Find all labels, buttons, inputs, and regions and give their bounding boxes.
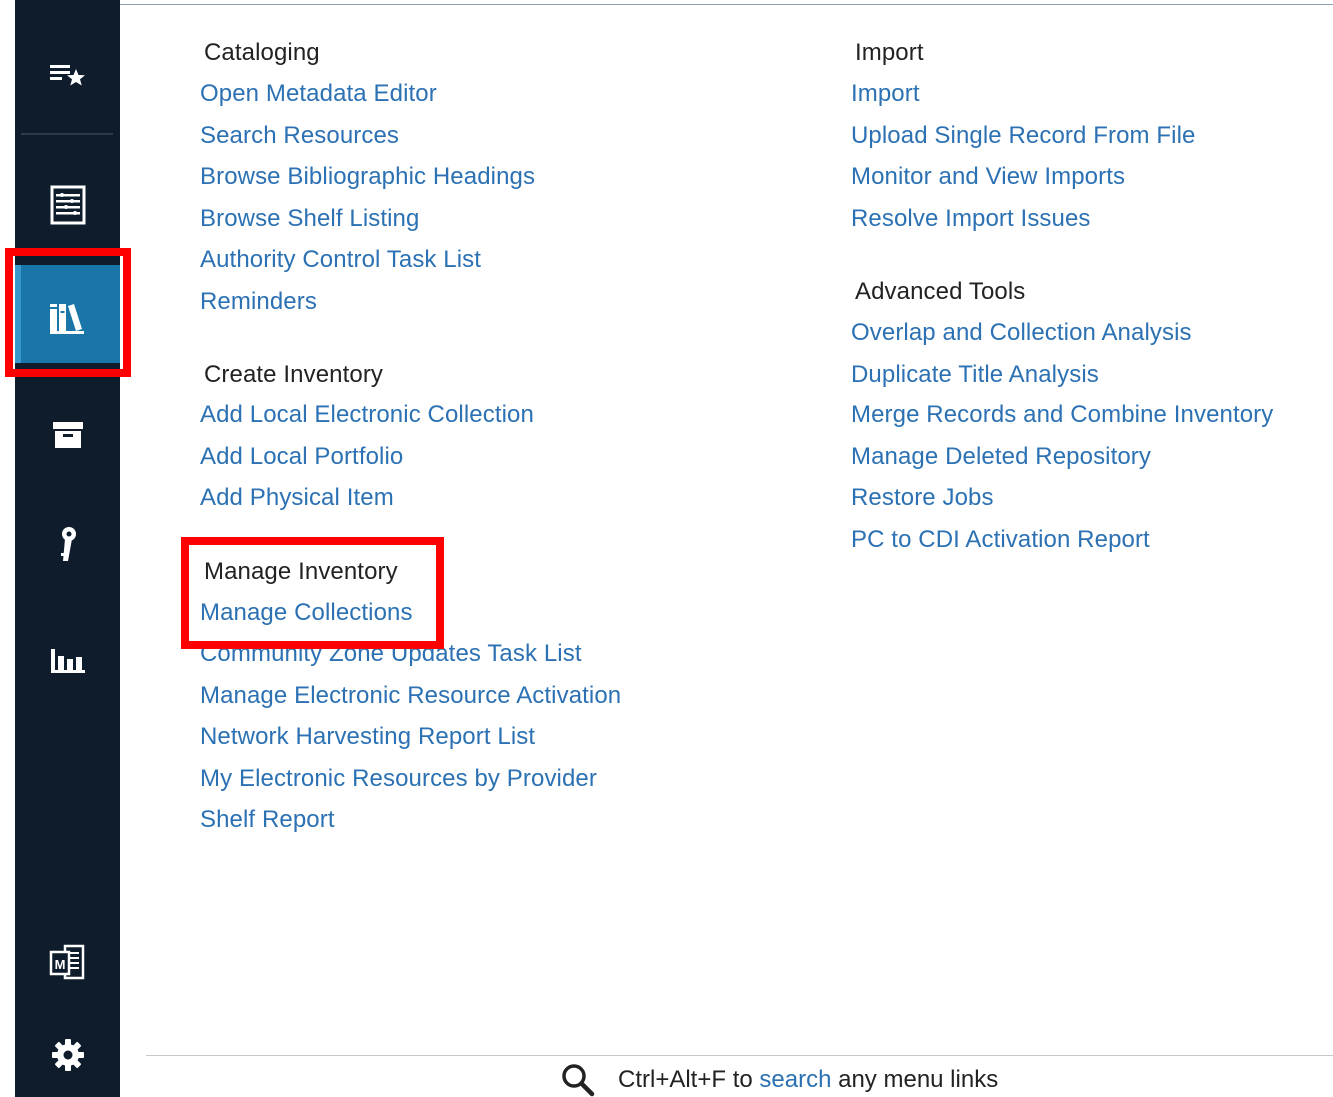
link-browse-bibliographic-headings[interactable]: Browse Bibliographic Headings bbox=[200, 163, 535, 191]
manage-collections-highlight-box bbox=[181, 537, 444, 649]
link-resolve-import-issues[interactable]: Resolve Import Issues bbox=[851, 205, 1091, 233]
top-divider bbox=[120, 4, 1333, 5]
link-shelf-report[interactable]: Shelf Report bbox=[200, 806, 335, 834]
link-add-physical-item[interactable]: Add Physical Item bbox=[200, 484, 394, 512]
link-duplicate-title-analysis[interactable]: Duplicate Title Analysis bbox=[851, 361, 1099, 389]
section-title-create-inventory: Create Inventory bbox=[204, 361, 384, 388]
section-title-advanced-tools: Advanced Tools bbox=[855, 278, 1026, 305]
link-authority-control-task-list[interactable]: Authority Control Task List bbox=[200, 246, 481, 274]
acquisitions-icon[interactable] bbox=[15, 175, 120, 235]
link-manage-deleted-repository[interactable]: Manage Deleted Repository bbox=[851, 443, 1151, 471]
link-network-harvesting-report-list[interactable]: Network Harvesting Report List bbox=[200, 723, 535, 751]
link-overlap-and-collection-analysis[interactable]: Overlap and Collection Analysis bbox=[851, 319, 1192, 347]
settings-icon[interactable] bbox=[15, 1025, 120, 1085]
main-sidebar: M bbox=[15, 0, 120, 1097]
admin-icon[interactable] bbox=[15, 515, 120, 575]
bottom-divider bbox=[146, 1055, 1333, 1056]
search-hint-keyword[interactable]: search bbox=[759, 1066, 831, 1094]
link-monitor-and-view-imports[interactable]: Monitor and View Imports bbox=[851, 163, 1125, 191]
resources-icon[interactable] bbox=[15, 288, 120, 348]
section-title-manage-inventory: Manage Inventory bbox=[204, 558, 398, 585]
link-open-metadata-editor[interactable]: Open Metadata Editor bbox=[200, 80, 437, 108]
analytics-icon[interactable] bbox=[15, 630, 120, 690]
link-browse-shelf-listing[interactable]: Browse Shelf Listing bbox=[200, 205, 419, 233]
svg-text:M: M bbox=[54, 957, 65, 972]
fulfillment-icon[interactable] bbox=[15, 405, 120, 465]
link-search-resources[interactable]: Search Resources bbox=[200, 122, 399, 150]
link-import[interactable]: Import bbox=[851, 80, 920, 108]
link-upload-single-record-from-file[interactable]: Upload Single Record From File bbox=[851, 122, 1195, 150]
metadata-editor-icon[interactable]: M bbox=[15, 933, 120, 993]
link-reminders[interactable]: Reminders bbox=[200, 288, 317, 316]
link-pc-to-cdi-activation-report[interactable]: PC to CDI Activation Report bbox=[851, 526, 1150, 554]
section-title-cataloging: Cataloging bbox=[204, 39, 320, 66]
link-restore-jobs[interactable]: Restore Jobs bbox=[851, 484, 994, 512]
link-manage-electronic-resource-activation[interactable]: Manage Electronic Resource Activation bbox=[200, 682, 621, 710]
link-add-local-portfolio[interactable]: Add Local Portfolio bbox=[200, 443, 403, 471]
search-icon[interactable] bbox=[560, 1063, 596, 1097]
link-manage-collections[interactable]: Manage Collections bbox=[200, 599, 413, 627]
link-merge-records-and-combine-inventory[interactable]: Merge Records and Combine Inventory bbox=[851, 401, 1273, 429]
menu-search-hint: Ctrl+Alt+F to search any menu links bbox=[560, 1063, 998, 1097]
favorites-icon[interactable] bbox=[15, 45, 120, 105]
link-my-electronic-resources-by-provider[interactable]: My Electronic Resources by Provider bbox=[200, 765, 597, 793]
sidebar-divider bbox=[21, 133, 113, 135]
link-add-local-electronic-collection[interactable]: Add Local Electronic Collection bbox=[200, 401, 534, 429]
search-hint-prefix: Ctrl+Alt+F to bbox=[618, 1066, 753, 1093]
search-hint-suffix: any menu links bbox=[838, 1066, 999, 1093]
section-title-import: Import bbox=[855, 39, 924, 66]
